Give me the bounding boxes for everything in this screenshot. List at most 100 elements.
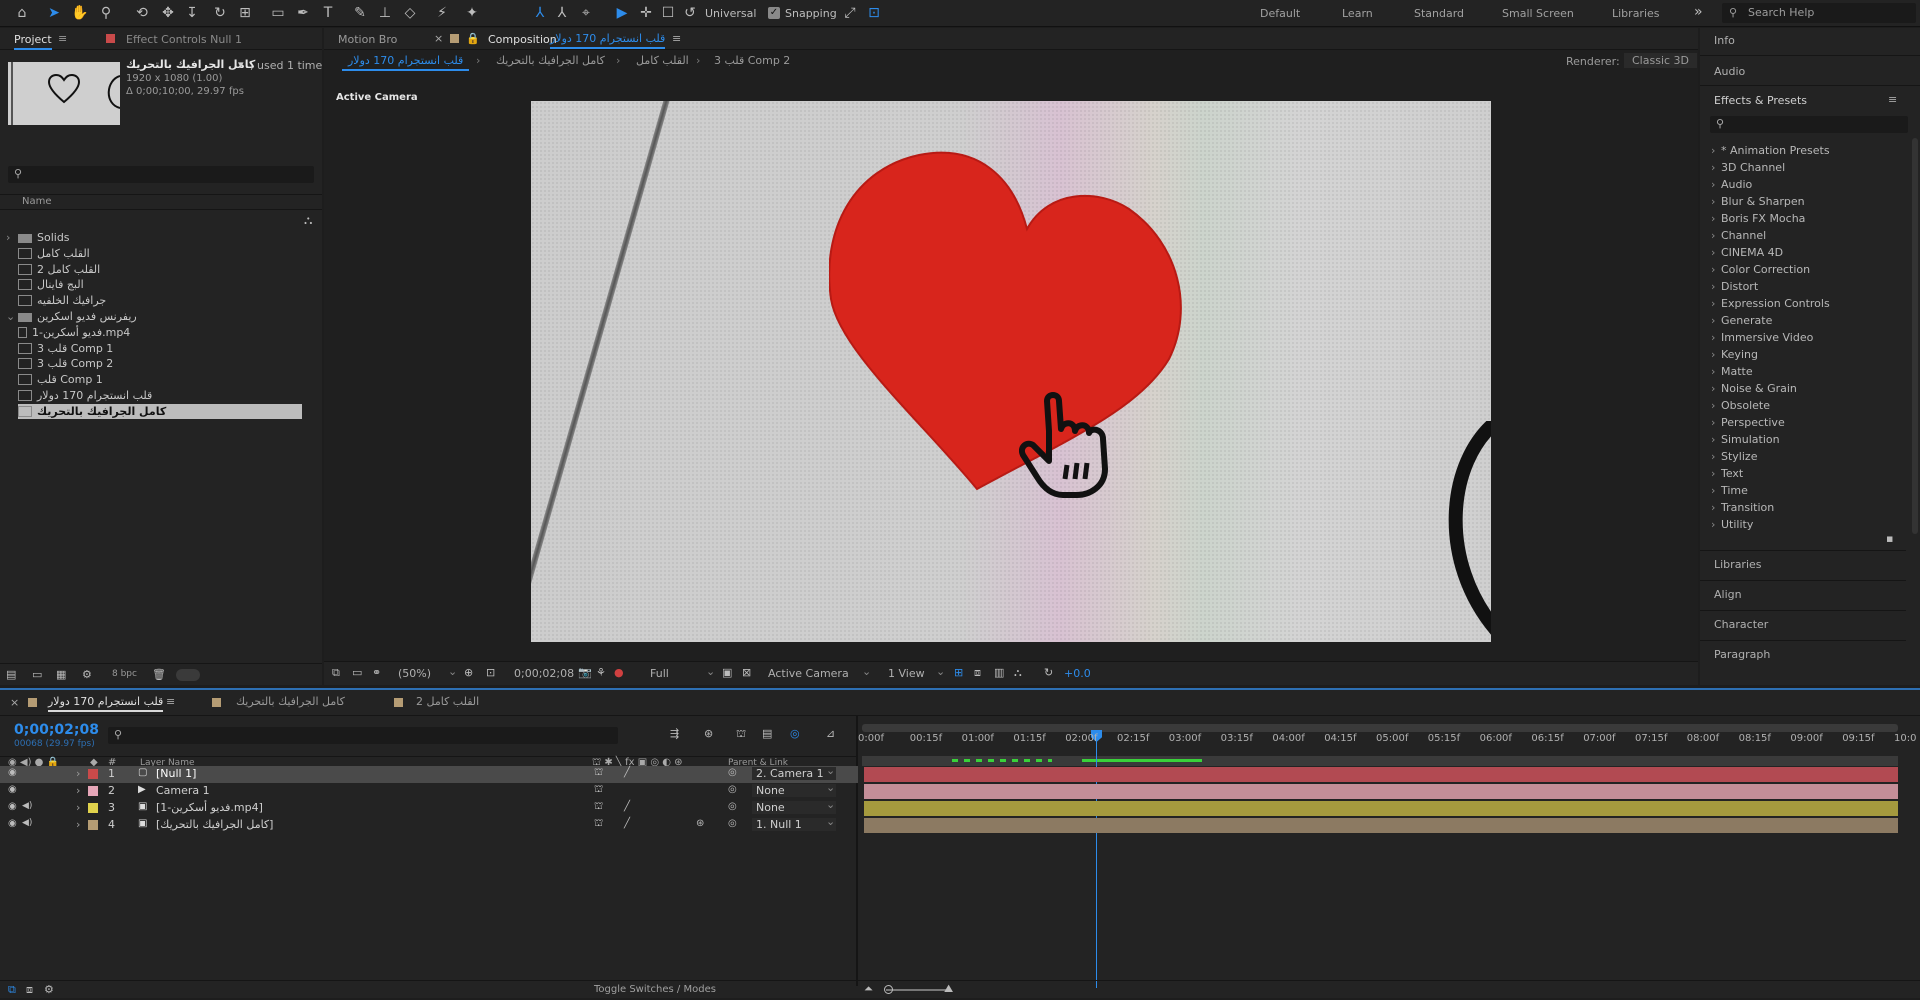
graph-editor-icon[interactable]: ⊿ — [826, 727, 835, 740]
current-timecode[interactable]: 0;00;02;08 — [14, 722, 99, 738]
audio-icon[interactable]: ◀) — [22, 801, 32, 811]
project-item[interactable]: قلب 3 Comp 1 — [18, 341, 302, 356]
reset-exposure-icon[interactable]: ↻ — [1044, 666, 1053, 679]
draft-3d-icon[interactable]: ⊛ — [704, 727, 713, 740]
target-region-icon[interactable]: ▣ — [722, 666, 732, 679]
panel-section-paragraph[interactable]: Paragraph — [1700, 640, 1906, 668]
bpc-label[interactable]: 8 bpc — [112, 669, 137, 679]
grid-options-icon[interactable]: ⊕ — [464, 666, 473, 679]
effects-category[interactable]: › Text — [1711, 467, 1743, 480]
selection-tool-icon[interactable]: ➤ — [44, 3, 64, 23]
transparency-grid-icon[interactable]: ⊠ — [742, 666, 751, 679]
timeline-tab-3[interactable]: القلب كامل 2 — [416, 695, 479, 708]
fast-previews-icon[interactable]: ⧈ — [974, 666, 981, 680]
tab-motion-bro[interactable]: Motion Bro — [338, 33, 397, 46]
project-item[interactable]: القلب كامل — [18, 246, 302, 261]
disclosure-chevron-icon[interactable]: ⌄ — [6, 309, 15, 324]
effects-category[interactable]: › Perspective — [1711, 416, 1785, 429]
parent-dropdown[interactable]: 2. Camera 1 — [752, 767, 836, 780]
panel-menu-icon[interactable]: ≡ — [58, 32, 67, 45]
workspace-small-screen[interactable]: Small Screen — [1502, 7, 1574, 20]
close-tab-icon[interactable]: × — [10, 696, 19, 709]
effects-category[interactable]: › Simulation — [1711, 433, 1780, 446]
zoom-out-icon[interactable]: ⏶ — [864, 982, 873, 996]
shy-switch-icon[interactable]: ⛫ — [594, 801, 603, 814]
layer-label-swatch[interactable] — [88, 820, 98, 830]
pan-camera-icon[interactable]: ✥ — [158, 3, 178, 23]
shy-switch-icon[interactable]: ⛫ — [594, 784, 603, 797]
layer-name[interactable]: [Null 1] — [156, 767, 196, 780]
layer-row[interactable]: ◉ ◀) › 3 ▣ [فديو أسكرين-1.mp4] ⛫ ╱ ◎ None ⌄ — [0, 798, 858, 817]
workspace-default[interactable]: Default — [1260, 7, 1300, 20]
zoom-slider[interactable] — [886, 989, 946, 991]
panel-section-character[interactable]: Character — [1700, 610, 1906, 638]
views-dropdown[interactable]: 1 View — [888, 667, 925, 680]
effects-category[interactable]: › Channel — [1711, 229, 1766, 242]
project-item[interactable]: ⌄ ريفرنس فديو اسكرين — [6, 309, 302, 324]
comp-viewer[interactable] — [531, 101, 1491, 642]
effects-category[interactable]: › Generate — [1711, 314, 1772, 327]
breadcrumb-item-3[interactable]: القلب كامل — [636, 54, 689, 67]
name-column-header[interactable]: Name — [0, 194, 322, 210]
project-item[interactable]: › Solids — [6, 230, 302, 245]
rectangle-tool-icon[interactable]: ▭ — [268, 3, 288, 23]
layer-search-input[interactable]: ⚲ — [108, 727, 618, 744]
camera-view-dropdown[interactable]: Active Camera — [768, 667, 849, 680]
layer-duration-bar[interactable] — [864, 818, 1898, 833]
project-item[interactable]: البج فاينال — [18, 277, 302, 292]
quality-switch-icon[interactable]: ╱ — [624, 801, 630, 812]
panel-menu-icon[interactable]: ≡ — [166, 695, 175, 708]
project-item[interactable]: قلب Comp 1 — [18, 372, 302, 387]
layer-label-swatch[interactable] — [88, 803, 98, 813]
effects-category[interactable]: › Noise & Grain — [1711, 382, 1797, 395]
tab-comp-name[interactable]: قلب انستجرام 170 دولار — [550, 32, 666, 49]
viewer-timecode[interactable]: 0;00;02;08 — [514, 667, 574, 680]
effects-category[interactable]: › 3D Channel — [1711, 161, 1785, 174]
effects-category[interactable]: › Transition — [1711, 501, 1774, 514]
breadcrumb-item-1[interactable]: قلب انستجرام 170 دولار — [342, 54, 470, 71]
modes-icon[interactable]: ⚙ — [44, 983, 54, 996]
interpret-footage-icon[interactable]: ▤ — [6, 668, 16, 681]
quality-switch-icon[interactable]: ╱ — [624, 767, 630, 778]
region-icon[interactable]: ⊡ — [486, 666, 495, 679]
layer-row[interactable]: ◉ ◀) › 4 ▣ [كامل الجرافيك بالتحريك] ⛫ ╱ ⊛ ◎ 1. Nul… — [0, 815, 858, 834]
layer-label-swatch[interactable] — [88, 769, 98, 779]
home-icon[interactable]: ⌂ — [12, 3, 32, 23]
search-help-input[interactable]: ⚲ Search Help — [1722, 3, 1916, 23]
layer-row[interactable]: ◉ › 2 ▶ Camera 1 ⛫ ◎ None ⌄ — [0, 781, 858, 800]
effects-category[interactable]: › Audio — [1711, 178, 1752, 191]
snap-grid-icon[interactable]: ⊡ — [864, 3, 884, 23]
project-item[interactable]: كامل الجرافيك بالتحريك — [18, 403, 302, 419]
effects-category[interactable]: › Boris FX Mocha — [1711, 212, 1805, 225]
effects-category[interactable]: › CINEMA 4D — [1711, 246, 1783, 259]
zoom-in-icon[interactable]: ⛰ — [944, 982, 953, 996]
zoom-dropdown[interactable]: (50%) — [398, 667, 431, 680]
workspace-learn[interactable]: Learn — [1342, 7, 1373, 20]
layer-duration-bar[interactable] — [864, 801, 1898, 816]
effects-category[interactable]: › Obsolete — [1711, 399, 1770, 412]
effects-category[interactable]: › * Animation Presets — [1711, 144, 1830, 157]
shy-switch-icon[interactable]: ⛫ — [594, 818, 603, 831]
quality-switch-icon[interactable]: ╱ — [624, 818, 630, 829]
new-folder-icon[interactable]: ▭ — [32, 668, 42, 681]
show-snapshot-icon[interactable]: ⚘ — [596, 666, 606, 679]
render-time-icon[interactable]: ⧉ — [8, 983, 16, 997]
new-bin-icon[interactable]: ▪ — [1886, 532, 1893, 545]
effects-category[interactable]: › Distort — [1711, 280, 1758, 293]
brush-tool-icon[interactable]: ✎ — [350, 3, 370, 23]
parent-dropdown[interactable]: None — [752, 801, 836, 814]
expand-layer-chevron-icon[interactable]: › — [76, 801, 80, 814]
parent-dropdown[interactable]: 1. Null 1 — [752, 818, 836, 831]
3d-layer-icon[interactable]: ⊛ — [696, 818, 704, 829]
expand-switches-icon[interactable]: ⧈ — [26, 983, 33, 997]
orbit-camera-icon[interactable]: ⟲ — [132, 3, 152, 23]
effects-category[interactable]: › Expression Controls — [1711, 297, 1830, 310]
project-item[interactable]: فديو أسكرين-1.mp4 — [18, 325, 302, 340]
effects-category[interactable]: › Keying — [1711, 348, 1758, 361]
always-preview-icon[interactable]: ⧉ — [332, 666, 340, 680]
layer-row[interactable]: ◉ › 1 ▢ [Null 1] ⛫ ╱ ◎ 2. Camera 1 ⌄ — [0, 764, 858, 783]
layer-name[interactable]: [كامل الجرافيك بالتحريك] — [156, 818, 273, 831]
rotation-tool-icon[interactable]: ↻ — [210, 3, 230, 23]
visibility-icon[interactable]: ◉ — [8, 784, 17, 795]
parent-dropdown[interactable]: None — [752, 784, 836, 797]
